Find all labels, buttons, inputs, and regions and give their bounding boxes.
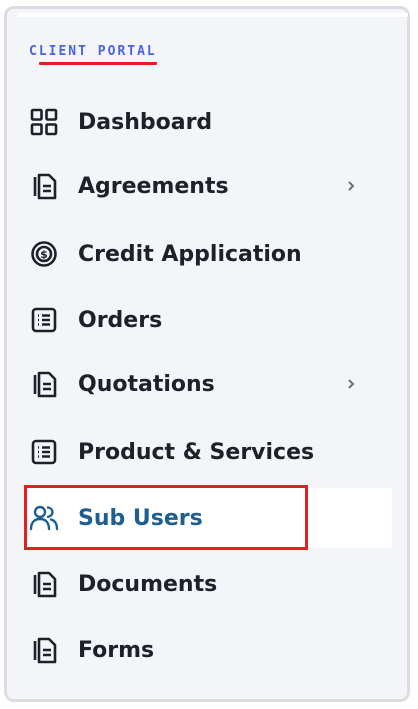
sidebar-item-label: Forms (78, 637, 155, 663)
sidebar-item-forms[interactable]: Forms (18, 622, 392, 678)
section-title-underline (39, 62, 157, 65)
sidebar-item-product-services[interactable]: Product & Services (18, 424, 392, 480)
list-icon (29, 305, 59, 335)
sidebar-item-label: Dashboard (78, 109, 213, 135)
document-icon (29, 569, 59, 599)
chevron-right-icon[interactable] (344, 179, 358, 193)
list-icon (29, 437, 59, 467)
sidebar-item-agreements[interactable]: Agreements (18, 158, 392, 214)
sidebar-item-label: Sub Users (78, 505, 203, 531)
sidebar-top-strip (18, 13, 408, 17)
dollar-coin-icon: $ (29, 239, 59, 269)
sidebar-item-quotations[interactable]: Quotations (18, 356, 392, 412)
sidebar-item-documents[interactable]: Documents (18, 556, 392, 612)
sidebar-item-label: Agreements (78, 173, 229, 199)
grid-icon (29, 107, 59, 137)
sidebar-item-label: Product & Services (78, 439, 315, 465)
sidebar-item-label: Credit Application (78, 241, 302, 267)
section-title: CLIENT PORTAL (29, 44, 157, 59)
chevron-right-icon[interactable] (344, 377, 358, 391)
sidebar-item-dashboard[interactable]: Dashboard (18, 94, 392, 150)
sidebar-item-credit-application[interactable]: $ Credit Application (18, 226, 392, 282)
document-icon (29, 635, 59, 665)
sidebar-item-sub-users[interactable]: Sub Users (24, 488, 392, 548)
users-icon (29, 503, 59, 533)
sidebar-item-orders[interactable]: Orders (18, 292, 392, 348)
sidebar-item-label: Documents (78, 571, 218, 597)
document-icon (29, 171, 59, 201)
sidebar-item-label: Quotations (78, 371, 215, 397)
document-icon (29, 369, 59, 399)
svg-text:$: $ (40, 248, 48, 261)
sidebar-item-label: Orders (78, 307, 163, 333)
